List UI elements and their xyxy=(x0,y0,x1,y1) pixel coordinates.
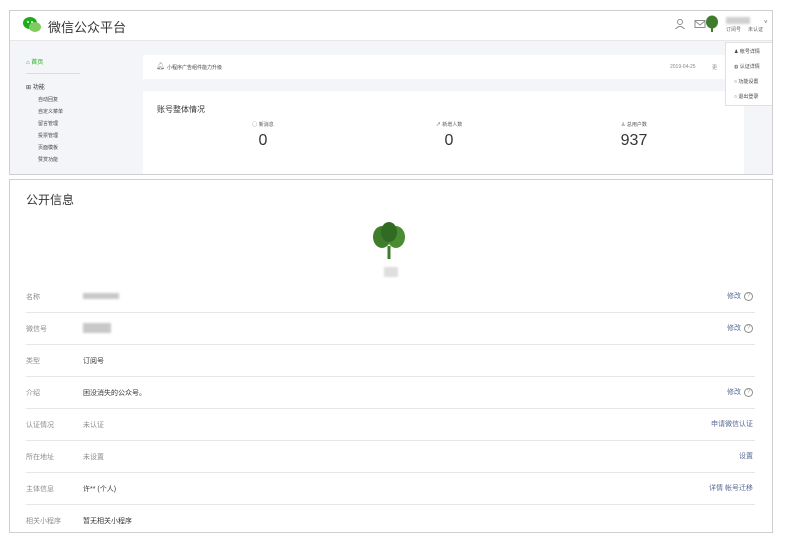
help-icon[interactable]: ? xyxy=(744,323,753,333)
sidebar-item-rewards[interactable]: 赞赏功能 xyxy=(38,156,58,163)
info-row-address: 所在地址 未设置 设置 xyxy=(26,441,755,473)
notice-link[interactable]: 小程序广告组件能力升级 xyxy=(167,64,222,71)
public-info-panel: 公开信息 名称 修改? 微信号 修改? 类型 订阅号 介绍 困没消失的公众号。 … xyxy=(9,179,773,533)
row-value: 暂无相关小程序 xyxy=(83,518,132,525)
menu-item-label: 退出登录 xyxy=(738,94,759,100)
stat-new-messages[interactable]: ◯ 新消息 0 xyxy=(213,121,313,150)
edit-intro-link[interactable]: 修改? xyxy=(727,387,753,397)
account-dropdown-menu: ♟ 帐号详情 ◍ 认证详情 ○ 功能设置 ○ 退出登录 xyxy=(725,42,772,106)
row-label: 所在地址 xyxy=(26,454,54,461)
sidebar-item-home[interactable]: ⌂ 首页 xyxy=(26,57,43,66)
sidebar: ⌂ 首页 ⊞ 功能 自动回复 自定义菜单 留言管理 投票管理 页面模板 赞赏功能 xyxy=(10,42,132,174)
row-value: 困没消失的公众号。 xyxy=(83,390,146,397)
row-label: 微信号 xyxy=(26,326,47,333)
menu-item-account-details[interactable]: ♟ 帐号详情 xyxy=(734,48,760,55)
sidebar-item-label: 功能 xyxy=(32,85,45,91)
stat-value: 0 xyxy=(258,132,268,149)
action-label: 修改 xyxy=(727,325,741,332)
row-label: 认证情况 xyxy=(26,422,54,429)
action-label: 修改 xyxy=(727,389,741,396)
verify-status-badge: 未认证 xyxy=(748,27,764,33)
edit-name-link[interactable]: 修改? xyxy=(727,291,753,301)
wechat-id-blurred xyxy=(83,323,111,333)
shield-icon: ◍ xyxy=(734,64,739,70)
trend-up-icon: ↗ xyxy=(435,122,441,128)
stat-total-users[interactable]: ♙ 总用户数 937 xyxy=(584,121,684,150)
account-avatar-large-icon xyxy=(373,222,405,259)
row-label: 介绍 xyxy=(26,390,40,397)
info-row-name: 名称 修改? xyxy=(26,281,755,313)
info-row-mini-programs: 相关小程序 暂无相关小程序 xyxy=(26,505,755,537)
notice-date: 2019-04-25 xyxy=(670,64,696,70)
sidebar-item-label: 首页 xyxy=(31,60,44,66)
set-address-link[interactable]: 设置 xyxy=(739,451,753,461)
home-icon: ⌂ xyxy=(26,60,30,66)
sidebar-item-custom-menu[interactable]: 自定义菜单 xyxy=(38,108,63,115)
grid-icon: ⊞ xyxy=(26,85,32,91)
gear-icon: ○ xyxy=(734,79,738,85)
sidebar-item-auto-reply[interactable]: 自动回复 xyxy=(38,96,58,103)
entity-actions-links[interactable]: 详情 帐号迁移 xyxy=(709,483,753,493)
action-label: 修改 xyxy=(727,293,741,300)
message-icon: ◯ xyxy=(252,122,258,128)
menu-item-settings[interactable]: ○ 功能设置 xyxy=(734,78,758,85)
divider xyxy=(26,73,80,74)
avatar-caption-blurred xyxy=(384,267,398,277)
user-icon: ♙ xyxy=(621,122,626,128)
app-title: 微信公众平台 xyxy=(48,20,127,35)
stat-value: 0 xyxy=(444,132,454,149)
person-icon: ♟ xyxy=(734,49,739,55)
row-label: 主体信息 xyxy=(26,486,54,493)
user-icon[interactable] xyxy=(673,18,687,32)
notice-more-link[interactable]: 更 xyxy=(712,64,717,71)
page-title: 公开信息 xyxy=(26,193,75,207)
help-icon[interactable]: ? xyxy=(744,291,753,301)
stat-value: 937 xyxy=(620,132,648,149)
wechat-logo-icon xyxy=(23,17,41,32)
edit-wechat-id-link[interactable]: 修改? xyxy=(727,323,753,333)
chevron-down-icon[interactable]: ˅ xyxy=(764,20,768,26)
info-row-type: 类型 订阅号 xyxy=(26,345,755,377)
row-label: 类型 xyxy=(26,358,40,365)
sidebar-item-comments[interactable]: 留言管理 xyxy=(38,120,58,127)
info-row-verification: 认证情况 未认证 申请微信认证 xyxy=(26,409,755,441)
help-icon[interactable]: ? xyxy=(744,387,753,397)
account-avatar-icon[interactable] xyxy=(704,15,720,33)
row-value: 未认证 xyxy=(83,422,104,429)
row-value: 订阅号 xyxy=(83,358,104,365)
power-icon: ○ xyxy=(734,94,738,100)
stat-label: 新增人数 xyxy=(442,122,463,128)
menu-item-label: 功能设置 xyxy=(738,79,759,85)
info-row-entity: 主体信息 许** (个人) 详情 帐号迁移 xyxy=(26,473,755,505)
sidebar-item-function[interactable]: ⊞ 功能 xyxy=(26,82,45,91)
info-row-intro: 介绍 困没消失的公众号。 修改? xyxy=(26,377,755,409)
menu-item-verify-details[interactable]: ◍ 认证详情 xyxy=(734,63,760,70)
bell-icon: 🔔︎ xyxy=(156,63,165,70)
stat-label: 总用户数 xyxy=(626,122,647,128)
top-header: 微信公众平台 订阅号 未认证 ˅ xyxy=(10,11,772,41)
stat-label: 新消息 xyxy=(258,122,274,128)
notice-bar: 🔔︎ 小程序广告组件能力升级 2019-04-25 更 xyxy=(143,55,744,79)
apply-verification-link[interactable]: 申请微信认证 xyxy=(711,419,753,429)
account-stats-card: 账号整体情况 ◯ 新消息 0 ↗ 新增人数 0 ♙ 总用户数 937 xyxy=(143,91,744,174)
sidebar-item-templates[interactable]: 页面模板 xyxy=(38,144,58,151)
dashboard-screenshot: 微信公众平台 订阅号 未认证 ˅ ⌂ 首页 ⊞ 功能 自动回复 自定义菜单 留言… xyxy=(9,10,773,175)
row-label: 名称 xyxy=(26,294,40,301)
menu-item-label: 帐号详情 xyxy=(739,49,760,55)
stat-new-followers[interactable]: ↗ 新增人数 0 xyxy=(399,121,499,150)
row-label: 相关小程序 xyxy=(26,518,61,525)
account-type-badge: 订阅号 xyxy=(726,27,742,33)
stats-title: 账号整体情况 xyxy=(157,105,205,114)
row-value: 未设置 xyxy=(83,454,104,461)
account-name-blurred xyxy=(726,17,750,24)
info-row-wechat-id: 微信号 修改? xyxy=(26,313,755,345)
name-value-blurred xyxy=(83,293,119,299)
row-value: 许** (个人) xyxy=(83,486,117,493)
menu-item-logout[interactable]: ○ 退出登录 xyxy=(734,93,758,100)
menu-item-label: 认证详情 xyxy=(739,64,760,70)
sidebar-item-votes[interactable]: 投票管理 xyxy=(38,132,58,139)
